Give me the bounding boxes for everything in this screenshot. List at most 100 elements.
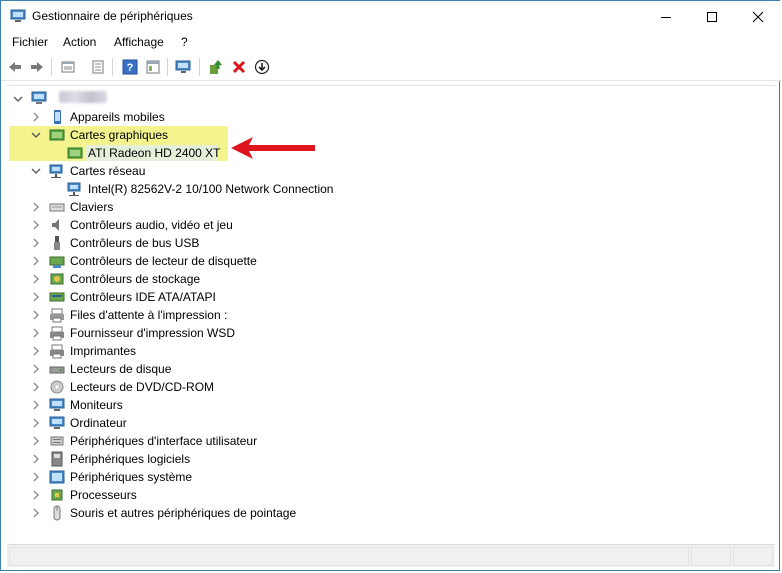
forward-icon xyxy=(31,62,43,72)
expand-toggle[interactable] xyxy=(31,202,41,212)
menu-bar: Fichier Action Affichage ? xyxy=(1,32,781,54)
tree-device-label[interactable]: ATI Radeon HD 2400 XT xyxy=(88,144,221,162)
keyboard-icon xyxy=(49,203,65,212)
chevron-right-icon xyxy=(33,436,39,446)
tree-category-label[interactable]: Contrôleurs de lecteur de disquette xyxy=(70,252,257,270)
tree-category-label[interactable]: Appareils mobiles xyxy=(70,108,165,126)
tree-category-label[interactable]: Contrôleurs de stockage xyxy=(70,270,200,288)
display-adapter-icon xyxy=(67,147,83,159)
help-button[interactable]: ? xyxy=(120,57,140,77)
storage-controller-icon xyxy=(50,273,64,285)
expand-toggle[interactable] xyxy=(31,382,41,392)
hid-icon xyxy=(50,436,64,446)
close-button[interactable] xyxy=(735,1,781,32)
tree-category-label[interactable]: Contrôleurs de bus USB xyxy=(70,234,199,252)
toolbar-separator xyxy=(199,58,200,76)
expand-toggle[interactable] xyxy=(31,328,41,338)
chevron-right-icon xyxy=(33,328,39,338)
expand-toggle[interactable] xyxy=(31,220,41,230)
tree-device-label[interactable]: Intel(R) 82562V-2 10/100 Network Connect… xyxy=(88,180,333,198)
network-icon xyxy=(49,164,63,178)
tree-category-label[interactable]: Lecteurs de DVD/CD-ROM xyxy=(70,378,214,396)
processor-icon xyxy=(51,489,63,501)
software-device-icon xyxy=(51,451,63,467)
expand-toggle[interactable] xyxy=(31,310,41,320)
update-list-button[interactable] xyxy=(88,57,108,77)
chevron-right-icon xyxy=(33,454,39,464)
chevron-down-icon xyxy=(13,96,23,102)
tree-category-label[interactable]: Souris et autres périphériques de pointa… xyxy=(70,504,296,522)
tree-category-label[interactable]: Cartes réseau xyxy=(70,162,145,180)
disable-icon xyxy=(254,59,270,75)
expand-toggle[interactable] xyxy=(31,400,41,410)
view-button[interactable] xyxy=(143,57,163,77)
expand-toggle[interactable] xyxy=(31,508,41,518)
uninstall-icon xyxy=(232,60,246,74)
print-queue-icon xyxy=(50,308,64,323)
tree-category-label[interactable]: Lecteurs de disque xyxy=(70,360,171,378)
tree-category-label[interactable]: Imprimantes xyxy=(70,342,136,360)
update-driver-icon xyxy=(210,60,222,74)
tree-category-label[interactable]: Files d'attente à l'impression : xyxy=(70,306,227,324)
status-panel-3 xyxy=(733,547,773,566)
expand-toggle[interactable] xyxy=(31,238,41,248)
expand-toggle[interactable] xyxy=(31,274,41,284)
red-arrow-annotation xyxy=(231,137,315,159)
tree-category-label[interactable]: Périphériques logiciels xyxy=(70,450,190,468)
chevron-right-icon xyxy=(33,364,39,374)
expand-toggle[interactable] xyxy=(31,490,41,500)
menu-help[interactable]: ? xyxy=(180,35,189,49)
ide-icon xyxy=(49,292,65,302)
tree-category-label[interactable]: Processeurs xyxy=(70,486,137,504)
back-button[interactable] xyxy=(5,57,25,77)
title-bar[interactable]: Gestionnaire de périphériques xyxy=(1,1,781,32)
close-icon xyxy=(752,11,764,22)
chevron-right-icon xyxy=(33,238,39,248)
network-icon xyxy=(67,182,81,196)
minimize-button[interactable] xyxy=(643,1,689,32)
collapse-toggle[interactable] xyxy=(31,166,41,176)
mouse-icon xyxy=(53,505,61,521)
chevron-right-icon xyxy=(33,256,39,266)
tree-category-label[interactable]: Périphériques système xyxy=(70,468,192,486)
collapse-toggle[interactable] xyxy=(31,130,41,140)
update-driver-button[interactable] xyxy=(206,57,226,77)
expand-toggle[interactable] xyxy=(31,256,41,266)
tree-category-label[interactable]: Contrôleurs audio, vidéo et jeu xyxy=(70,216,233,234)
expand-toggle[interactable] xyxy=(31,418,41,428)
chevron-right-icon xyxy=(33,508,39,518)
expand-toggle[interactable] xyxy=(31,436,41,446)
toolbar-separator xyxy=(51,58,52,76)
forward-button[interactable] xyxy=(27,57,47,77)
tree-category-label[interactable]: Contrôleurs IDE ATA/ATAPI xyxy=(70,288,216,306)
view-icon xyxy=(146,60,160,74)
menu-affichage[interactable]: Affichage xyxy=(113,35,165,49)
chevron-right-icon xyxy=(33,274,39,284)
expand-toggle[interactable] xyxy=(31,364,41,374)
root-expand-toggle[interactable] xyxy=(13,94,23,104)
tree-category-label[interactable]: Moniteurs xyxy=(70,396,123,414)
expand-toggle[interactable] xyxy=(31,292,41,302)
expand-toggle[interactable] xyxy=(31,112,41,122)
computer-icon xyxy=(31,91,47,104)
menu-fichier[interactable]: Fichier xyxy=(11,35,49,49)
maximize-button[interactable] xyxy=(689,1,735,32)
uninstall-button[interactable] xyxy=(229,57,249,77)
scan-hardware-button[interactable] xyxy=(174,57,194,77)
disable-button[interactable] xyxy=(252,57,272,77)
computer-name-blurred xyxy=(59,91,107,103)
tree-category-label[interactable]: Ordinateur xyxy=(70,414,127,432)
tree-category-label[interactable]: Claviers xyxy=(70,198,113,216)
tree-category-label[interactable]: Cartes graphiques xyxy=(70,126,168,144)
menu-action[interactable]: Action xyxy=(62,35,97,49)
tree-category-label[interactable]: Fournisseur d'impression WSD xyxy=(70,324,235,342)
chevron-right-icon xyxy=(33,382,39,392)
expand-toggle[interactable] xyxy=(31,346,41,356)
expand-toggle[interactable] xyxy=(31,472,41,482)
chevron-right-icon xyxy=(33,346,39,356)
tree-category-label[interactable]: Périphériques d'interface utilisateur xyxy=(70,432,257,450)
properties-button[interactable] xyxy=(58,57,78,77)
expand-toggle[interactable] xyxy=(31,454,41,464)
svg-text:?: ? xyxy=(127,62,134,74)
status-panel-main xyxy=(9,547,689,566)
